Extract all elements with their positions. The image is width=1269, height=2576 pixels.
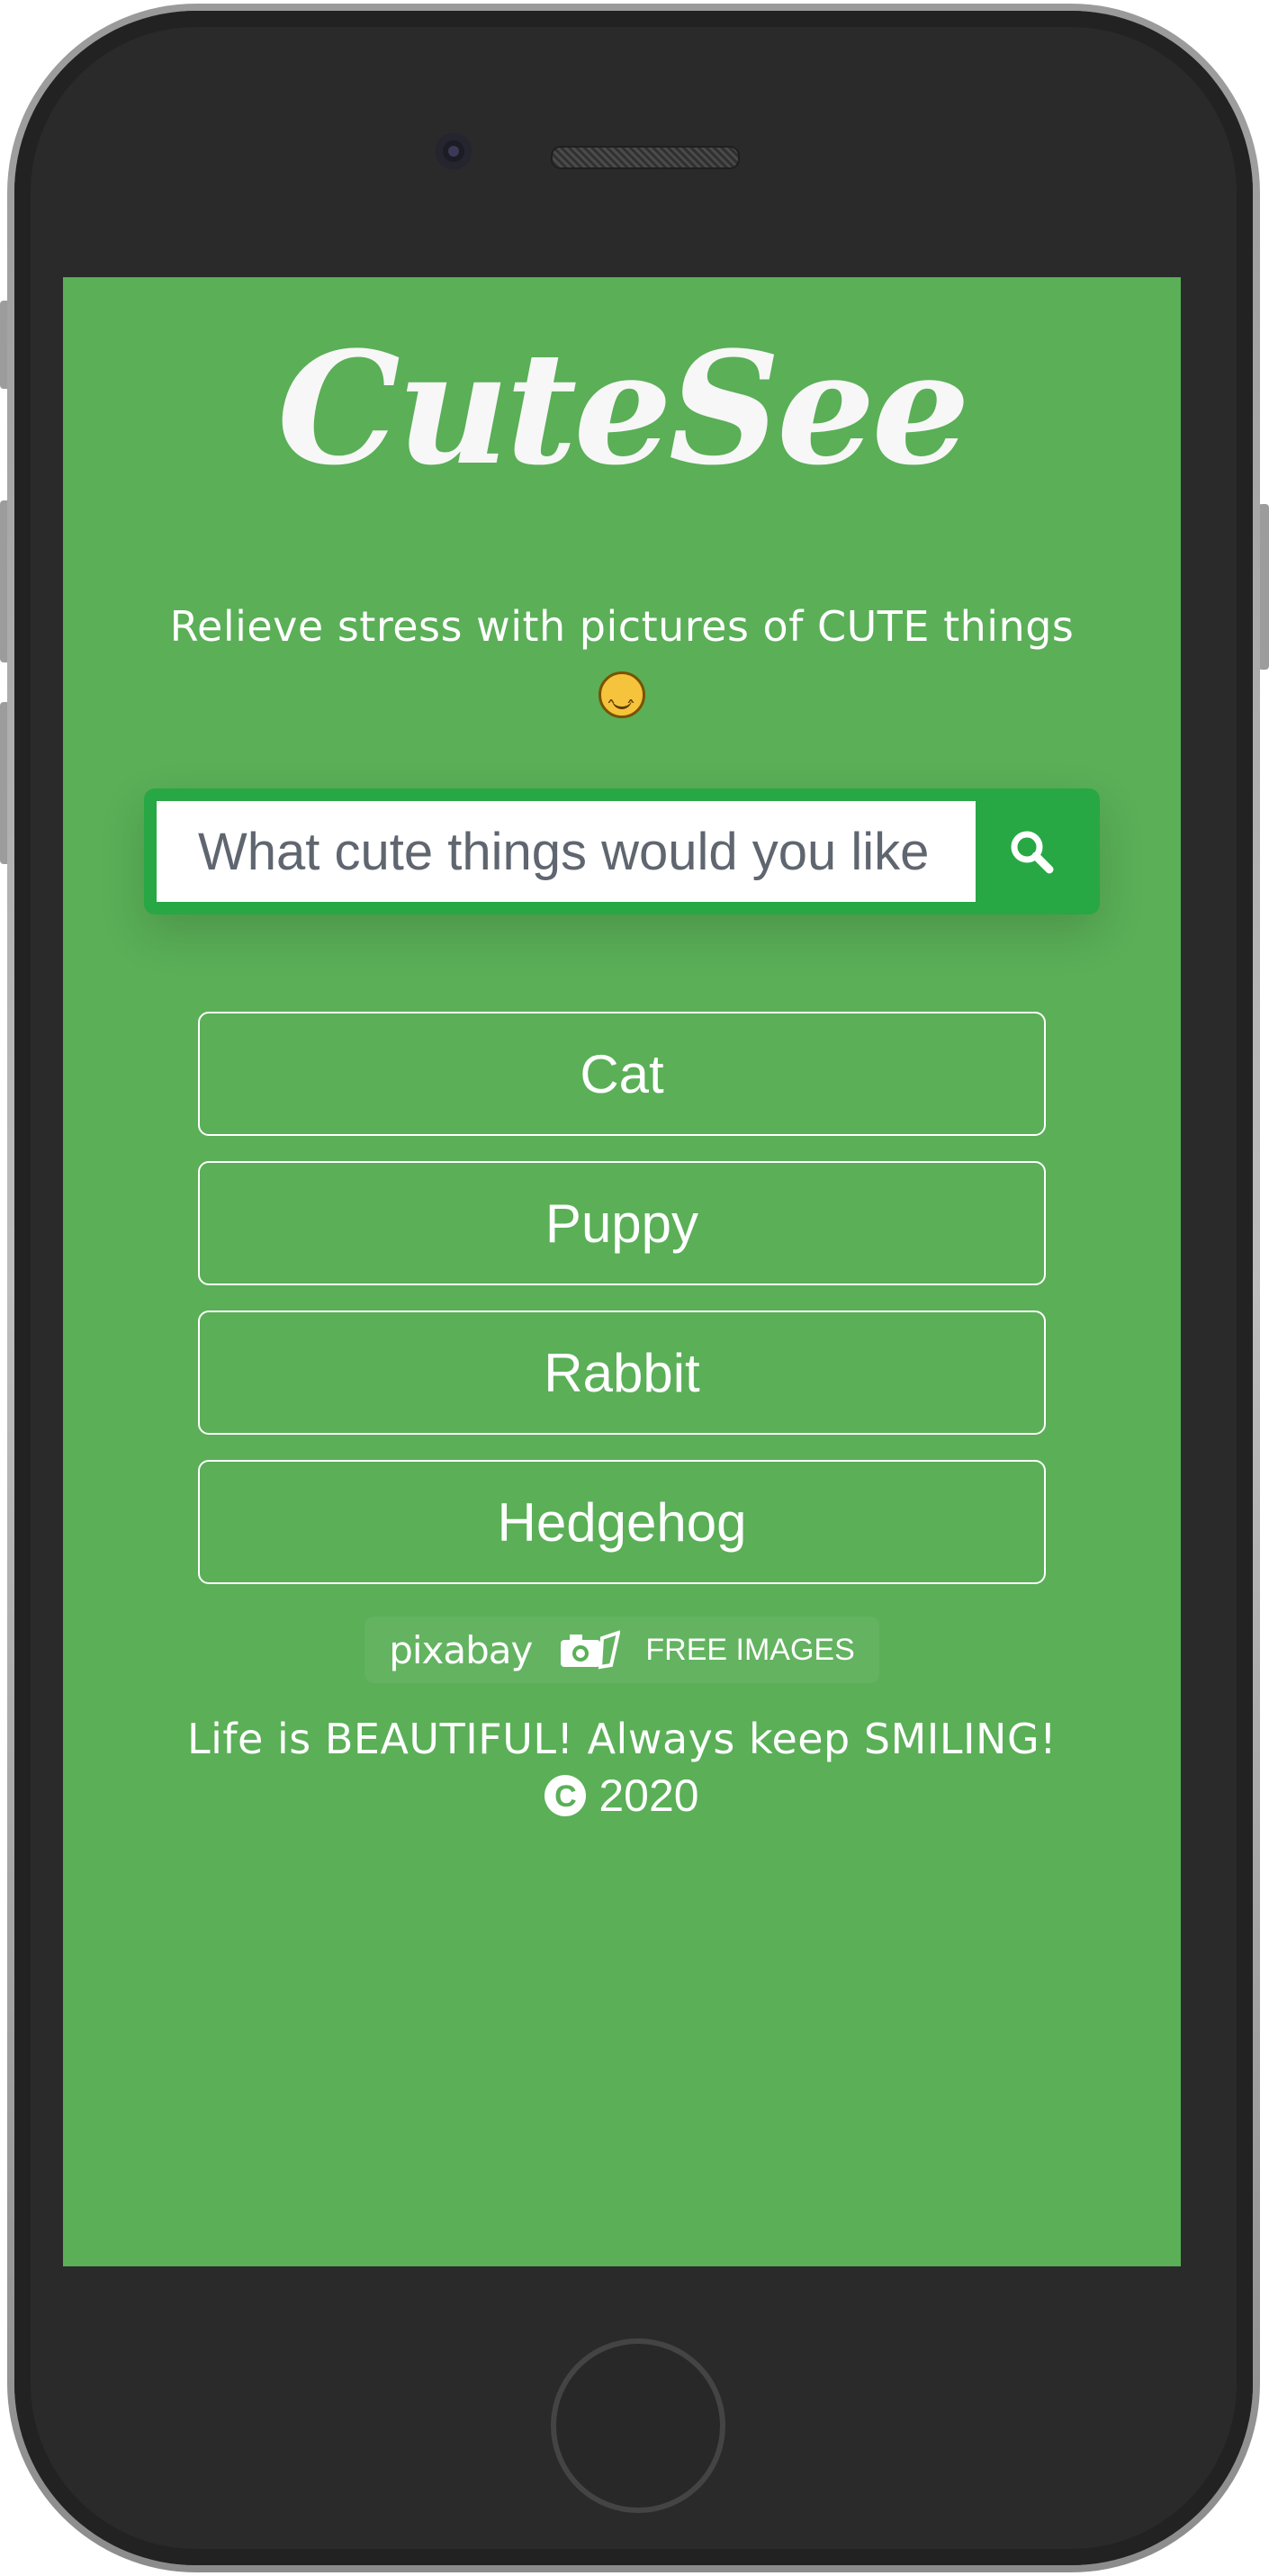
suggestion-list: Cat Puppy Rabbit Hedgehog bbox=[198, 1012, 1046, 1584]
copyright: 2020 bbox=[63, 1770, 1181, 1822]
app-logo: CuteSee bbox=[277, 317, 970, 500]
search-input[interactable]: What cute things would you like bbox=[157, 801, 976, 902]
home-button[interactable] bbox=[551, 2338, 725, 2513]
pixabay-attribution[interactable]: pixabay FREE IMAGES bbox=[364, 1617, 879, 1683]
pixabay-label: FREE IMAGES bbox=[645, 1632, 855, 1667]
copyright-icon bbox=[544, 1775, 587, 1816]
search-bar: What cute things would you like bbox=[144, 788, 1100, 914]
pixabay-logo: pixabay bbox=[389, 1627, 533, 1672]
tagline-text: Relieve stress with pictures of CUTE thi… bbox=[169, 602, 1075, 651]
suggestion-cat-button[interactable]: Cat bbox=[198, 1012, 1046, 1136]
front-camera bbox=[436, 133, 472, 169]
tagline: Relieve stress with pictures of CUTE thi… bbox=[127, 594, 1117, 743]
earpiece-speaker bbox=[551, 146, 740, 169]
app-screen: CuteSee Relieve stress with pictures of … bbox=[63, 277, 1181, 2266]
search-button[interactable] bbox=[976, 801, 1087, 902]
copyright-year: 2020 bbox=[598, 1770, 699, 1821]
footer-message: Life is BEAUTIFUL! Always keep SMILING! bbox=[186, 1715, 1058, 1763]
smiling-face-icon bbox=[598, 671, 645, 743]
suggestion-rabbit-button[interactable]: Rabbit bbox=[198, 1311, 1046, 1435]
search-icon bbox=[1011, 831, 1054, 874]
camera-icon bbox=[561, 1630, 621, 1670]
suggestion-puppy-button[interactable]: Puppy bbox=[198, 1161, 1046, 1285]
suggestion-hedgehog-button[interactable]: Hedgehog bbox=[198, 1460, 1046, 1584]
